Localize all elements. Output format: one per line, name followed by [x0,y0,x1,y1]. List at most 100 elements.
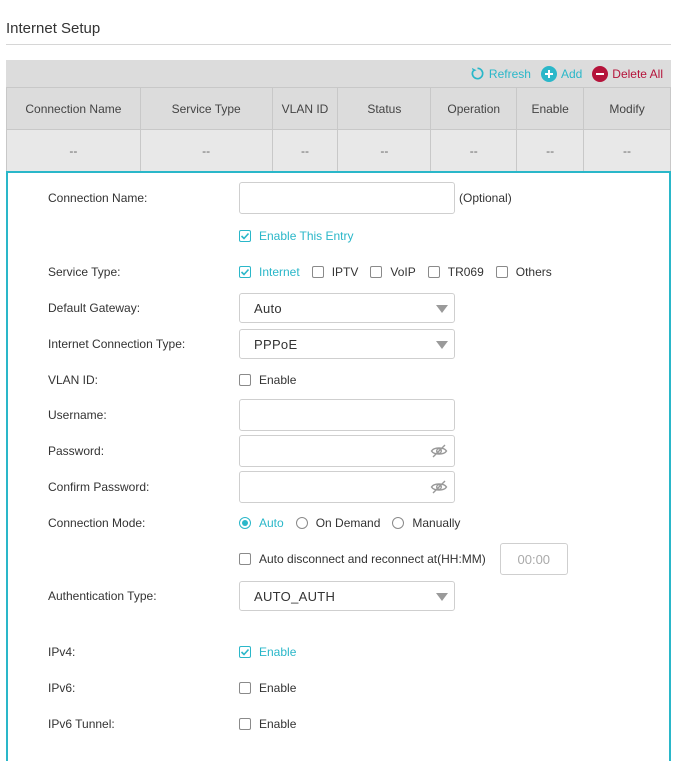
ipv6-tunnel-enable-checkbox[interactable]: Enable [239,717,296,731]
service-internet-checkbox[interactable]: Internet [239,265,300,279]
col-operation: Operation [430,87,518,130]
ipv6-label: IPv6: [48,681,76,695]
enable-entry-checkbox[interactable]: Enable This Entry [239,229,354,243]
checkbox-empty-icon [239,374,251,386]
eye-hidden-icon[interactable] [430,443,448,459]
ipv6-enable-checkbox[interactable]: Enable [239,681,296,695]
username-label: Username: [48,408,107,422]
col-status: Status [337,87,432,130]
internet-connection-type-select[interactable]: PPPoE [239,329,455,359]
table-cell: -- [6,129,141,172]
table-cell: -- [271,129,339,172]
checkbox-empty-icon [239,718,251,730]
mode-auto-label: Auto [259,516,284,530]
default-gateway-select[interactable]: Auto [239,293,455,323]
ipv4-enable-label: Enable [259,645,297,659]
service-internet-label: Internet [259,265,300,279]
authentication-type-value: AUTO_AUTH [254,588,336,604]
password-input[interactable] [239,435,455,467]
connection-mode-label: Connection Mode: [48,516,146,530]
add-button[interactable]: Add [540,65,583,82]
reconnect-time-input[interactable]: 00:00 [499,543,568,575]
checkbox-empty-icon [239,682,251,694]
table-cell: -- [139,129,273,172]
confirm-password-label: Confirm Password: [48,480,150,494]
col-service-type: Service Type [139,87,273,130]
checkbox-empty-icon [370,266,383,278]
dropdown-arrow-icon [436,341,448,349]
col-vlan-id: VLAN ID [271,87,339,130]
service-voip-checkbox[interactable]: VoIP [370,265,416,279]
authentication-type-select[interactable]: AUTO_AUTH [239,581,455,611]
eye-hidden-icon[interactable] [430,479,448,495]
radio-empty-icon [295,517,308,529]
refresh-icon [471,67,484,80]
add-label: Add [560,66,583,81]
connection-name-label: Connection Name: [48,191,148,205]
ipv4-enable-checkbox[interactable]: Enable [239,645,296,659]
mode-on-demand-label: On Demand [315,516,381,530]
enable-entry-label: Enable This Entry [259,229,354,243]
service-type-label: Service Type: [48,265,121,279]
vlan-id-label: VLAN ID: [48,373,99,387]
col-enable: Enable [516,87,585,130]
service-tr069-label: TR069 [447,265,484,279]
ipv6-enable-label: Enable [259,681,297,695]
dropdown-arrow-icon [436,305,448,313]
default-gateway-label: Default Gateway: [48,301,141,315]
mode-manually-label: Manually [412,516,461,530]
mode-on-demand-radio[interactable]: On Demand [295,516,381,530]
internet-connection-type-value: PPPoE [254,336,298,352]
ipv4-label: IPv4: [48,645,76,659]
service-others-label: Others [515,265,552,279]
connection-edit-form: Connection Name: (Optional) Enable This … [6,171,671,761]
delete-all-button[interactable]: Delete All [592,65,663,82]
table-toolbar: Refresh Add Delete All [6,60,671,87]
table-header-row: Connection Name Service Type VLAN ID Sta… [6,87,671,130]
connection-table: Connection Name Service Type VLAN ID Sta… [6,87,671,172]
default-gateway-value: Auto [254,300,282,316]
checkmark-icon [239,230,251,242]
col-connection-name: Connection Name [6,87,141,130]
connection-name-input[interactable] [239,182,455,214]
page-title: Internet Setup [6,20,101,37]
password-label: Password: [48,444,105,458]
mode-auto-radio[interactable]: Auto [239,516,284,530]
checkbox-empty-icon [495,266,508,278]
ipv6-tunnel-label: IPv6 Tunnel: [48,717,115,731]
vlan-enable-label: Enable [259,373,297,387]
optional-hint: (Optional) [459,191,512,205]
delete-all-label: Delete All [612,66,663,81]
table-cell: -- [430,129,518,172]
service-iptv-checkbox[interactable]: IPTV [311,265,359,279]
table-cell: -- [337,129,432,172]
auto-disconnect-checkbox[interactable]: Auto disconnect and reconnect at(HH:MM) [239,552,486,566]
checkmark-icon [239,266,251,278]
minus-icon [592,65,609,82]
checkbox-empty-icon [427,266,440,278]
title-divider [6,44,671,45]
dropdown-arrow-icon [436,593,448,601]
internet-connection-type-label: Internet Connection Type: [48,337,186,351]
service-voip-label: VoIP [390,265,416,279]
add-icon [540,65,557,82]
service-iptv-label: IPTV [331,265,359,279]
mode-manually-radio[interactable]: Manually [392,516,460,530]
refresh-label: Refresh [488,66,531,81]
radio-selected-icon [239,517,251,529]
table-cell: -- [583,129,671,172]
auto-disconnect-label: Auto disconnect and reconnect at(HH:MM) [259,552,486,566]
service-tr069-checkbox[interactable]: TR069 [427,265,484,279]
ipv6-tunnel-enable-label: Enable [259,717,297,731]
table-cell: -- [516,129,585,172]
refresh-button[interactable]: Refresh [470,66,531,81]
vlan-enable-checkbox[interactable]: Enable [239,373,296,387]
table-row[interactable]: -- -- -- -- -- -- -- [6,129,671,172]
service-others-checkbox[interactable]: Others [495,265,552,279]
radio-empty-icon [392,517,405,529]
col-modify: Modify [583,87,671,130]
checkmark-icon [239,646,251,658]
checkbox-empty-icon [239,553,251,565]
confirm-password-input[interactable] [239,471,455,503]
username-input[interactable] [239,399,455,431]
